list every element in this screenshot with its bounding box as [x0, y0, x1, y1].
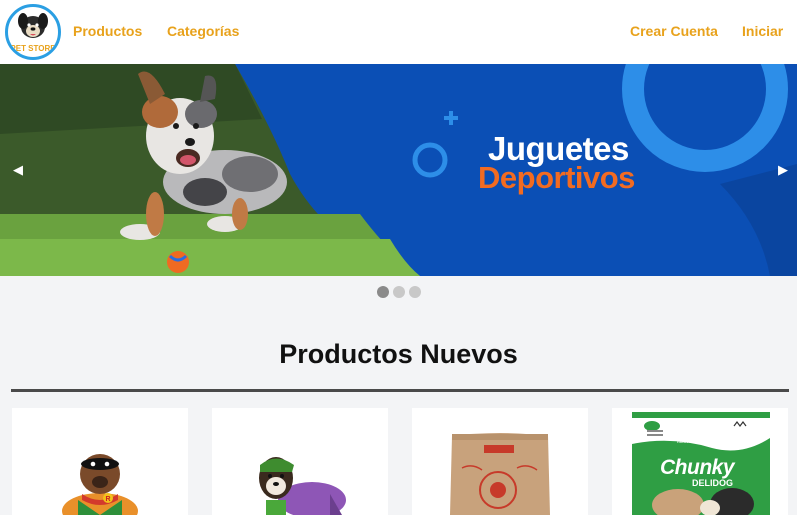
product-card-1[interactable]: R: [12, 408, 188, 515]
logo-text: PET STORE: [10, 44, 56, 53]
product-image-treat-bag: [450, 433, 550, 515]
pet-store-logo[interactable]: PET STORE: [5, 4, 61, 60]
carousel-prev-icon[interactable]: ◀: [8, 160, 28, 180]
carousel-dot-1[interactable]: [377, 286, 389, 298]
carousel-indicators: [377, 286, 421, 298]
carousel-dot-2[interactable]: [393, 286, 405, 298]
product-card-3[interactable]: [412, 408, 588, 515]
carousel-dot-3[interactable]: [409, 286, 421, 298]
carousel-next-icon[interactable]: ▶: [773, 160, 793, 180]
banner-slide-image: [0, 64, 797, 276]
crear-cuenta-link[interactable]: Crear Cuenta: [630, 23, 718, 39]
product-image-puppy-hulk: [259, 457, 346, 515]
nav-categorias-link[interactable]: Categorías: [167, 23, 239, 39]
nav-productos-link[interactable]: Productos: [73, 23, 142, 39]
product-label: Chunky: [660, 456, 735, 479]
product-card-4[interactable]: Italcol Chunky DELIDOG: [612, 408, 788, 515]
product-brand-label: Italcol: [677, 439, 691, 445]
svg-text:R: R: [106, 496, 111, 503]
top-navbar: PET STORE Productos Categorías Crear Cue…: [0, 0, 797, 64]
section-divider: [11, 389, 789, 392]
section-title: Productos Nuevos: [279, 339, 518, 369]
hero-carousel: Juguetes Deportivos ◀ ▶: [0, 64, 797, 276]
iniciar-link[interactable]: Iniciar: [742, 23, 783, 39]
slide-title-line2: Deportivos: [478, 160, 635, 195]
product-card-2[interactable]: [212, 408, 388, 515]
product-sublabel: DELIDOG: [692, 478, 734, 488]
product-image-dog-robin: R: [62, 454, 138, 515]
